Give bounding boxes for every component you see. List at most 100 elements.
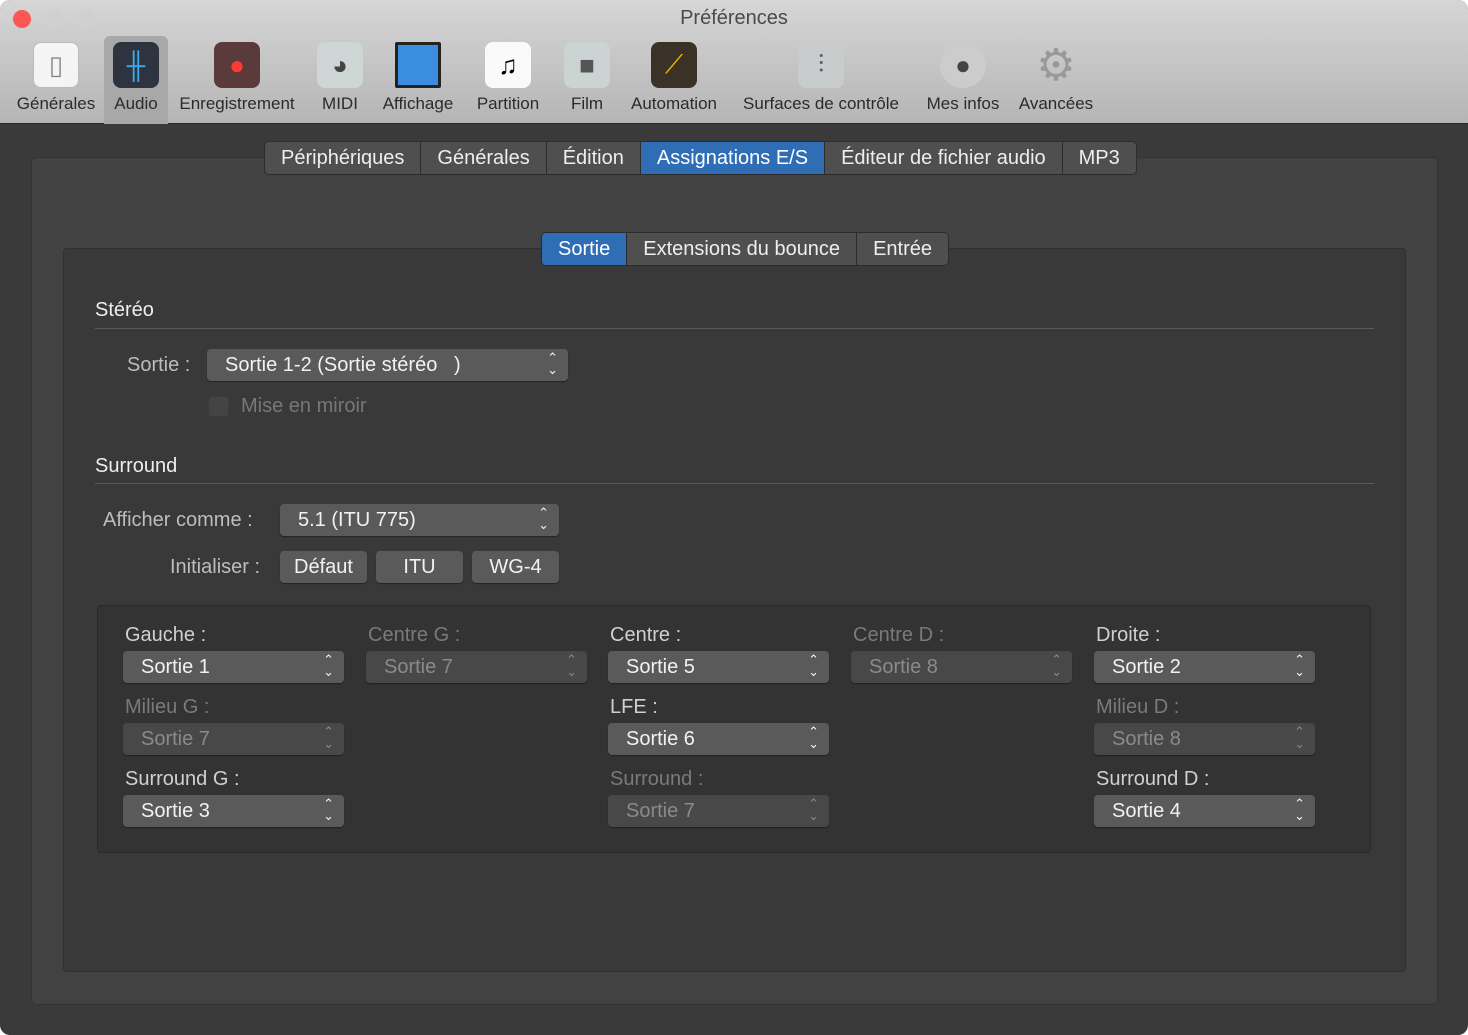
switch-icon: ▯ [33, 42, 79, 88]
toolbar-surfaces-de-contr-le[interactable]: ⫶ Surfaces de contrôle [732, 36, 910, 124]
popup-value: Sortie 6 [626, 727, 695, 750]
music-note-icon: ♫ [485, 42, 531, 88]
toolbar-label: Affichage [382, 94, 454, 113]
channel-popup[interactable]: Sortie 6 ⌃ ⌄ [608, 723, 829, 755]
display-as-popup[interactable]: 5.1 (ITU 775) ⌃ ⌄ [280, 504, 559, 536]
chevron-updown-icon: ⌃ ⌄ [323, 724, 334, 751]
toolbar-automation[interactable]: ⟋ Automation [622, 36, 726, 124]
popup-value: Sortie 2 [1112, 655, 1181, 678]
subtabs-0[interactable]: Sortie [542, 233, 628, 265]
subtabs-2[interactable]: Entrée [857, 233, 948, 265]
user-icon: ● [940, 42, 986, 88]
toolbar-label: Audio [114, 94, 158, 113]
channel-label: Surround : [610, 768, 704, 790]
chevron-updown-icon: ⌃ ⌄ [1294, 724, 1305, 751]
stereo-heading: Stéréo [95, 299, 154, 321]
popup-value: Sortie 1 [141, 655, 210, 678]
popup-value: Sortie 5 [626, 655, 695, 678]
toolbar-audio[interactable]: ╫ Audio [104, 36, 168, 124]
chevron-updown-icon: ⌃ ⌄ [538, 505, 549, 532]
popup-value: Sortie 8 [1112, 727, 1181, 750]
tabs-5[interactable]: MP3 [1063, 142, 1136, 174]
tabs-4[interactable]: Éditeur de fichier audio [825, 142, 1063, 174]
popup-value: Sortie 4 [1112, 799, 1181, 822]
channel-popup[interactable]: Sortie 5 ⌃ ⌄ [608, 651, 829, 683]
automation-icon: ⟋ [651, 42, 697, 88]
channel-popup[interactable]: Sortie 1 ⌃ ⌄ [123, 651, 344, 683]
toolbar-label: Avancées [1018, 94, 1094, 113]
midi-connector-icon: ◕ [317, 42, 363, 88]
stereo-output-label: Sortie : [127, 354, 191, 376]
toolbar-midi[interactable]: ◕ MIDI [314, 36, 366, 124]
mirror-label: Mise en miroir [241, 395, 367, 417]
tabs-3[interactable]: Assignations E/S [640, 142, 826, 174]
channel-label: Centre G : [368, 624, 461, 646]
channel-label: Centre D : [853, 624, 945, 646]
init-label: Initialiser : [170, 556, 261, 578]
popup-value: Sortie 3 [141, 799, 210, 822]
channel-popup[interactable]: Sortie 7 ⌃ ⌄ [123, 723, 344, 755]
channel-label: Surround D : [1096, 768, 1210, 790]
chevron-updown-icon: ⌃ ⌄ [808, 796, 819, 823]
popup-value: Sortie 7 [384, 655, 453, 678]
channel-popup[interactable]: Sortie 7 ⌃ ⌄ [366, 651, 587, 683]
chevron-updown-icon: ⌃ ⌄ [1294, 796, 1305, 823]
wg4-button[interactable]: WG-4 [472, 551, 559, 583]
toolbar-avanc-es[interactable]: ⚙ Avancées [1012, 36, 1100, 124]
chevron-updown-icon: ⌃ ⌄ [808, 652, 819, 679]
popup-value: Sortie 1-2 (Sortie stéréo ) [225, 353, 461, 376]
toolbar: Préférences ▯ Générales ╫ Audio ● Enregistrem… [0, 0, 1468, 124]
mirror-checkbox[interactable] [208, 396, 229, 417]
channel-label: Gauche : [125, 624, 207, 646]
preferences-window: Préférences ▯ Générales ╫ Audio ● Enregistrem… [0, 0, 1468, 1035]
chevron-updown-icon: ⌃ ⌄ [323, 796, 334, 823]
tabs-0[interactable]: Périphériques [265, 142, 422, 174]
toolbar-mes-infos[interactable]: ● Mes infos [918, 36, 1008, 124]
popup-value: 5.1 (ITU 775) [298, 508, 416, 531]
channel-label: Surround G : [125, 768, 240, 790]
toolbar-label: MIDI [322, 94, 358, 113]
channel-popup[interactable]: Sortie 3 ⌃ ⌄ [123, 795, 344, 827]
stereo-output-popup[interactable]: Sortie 1-2 (Sortie stéréo ) ⌃ ⌄ [207, 349, 568, 381]
toolbar-partition[interactable]: ♫ Partition [468, 36, 548, 124]
chevron-updown-icon: ⌃ ⌄ [808, 724, 819, 751]
toolbar-label: Mes infos [926, 94, 1000, 113]
faders-icon: ⫶ [798, 42, 844, 88]
chevron-updown-icon: ⌃ ⌄ [566, 652, 577, 679]
channel-popup[interactable]: Sortie 8 ⌃ ⌄ [851, 651, 1072, 683]
channel-label: LFE : [610, 696, 658, 718]
channel-popup[interactable]: Sortie 7 ⌃ ⌄ [608, 795, 829, 827]
popup-value: Sortie 8 [869, 655, 938, 678]
sub-tabs: Sortie Extensions du bounce Entrée [541, 232, 949, 266]
chevron-updown-icon: ⌃ ⌄ [547, 350, 558, 377]
toolbar-label: Partition [476, 94, 540, 113]
toolbar-film[interactable]: ■ Film [558, 36, 616, 124]
tabs-2[interactable]: Édition [547, 142, 641, 174]
toolbar-affichage[interactable]: Affichage [376, 36, 460, 124]
channel-popup[interactable]: Sortie 8 ⌃ ⌄ [1094, 723, 1315, 755]
toolbar-g-n-rales[interactable]: ▯ Générales [8, 36, 104, 124]
display-as-label: Afficher comme : [103, 509, 253, 531]
divider [95, 328, 1374, 329]
popup-value: Sortie 7 [141, 727, 210, 750]
channel-popup[interactable]: Sortie 4 ⌃ ⌄ [1094, 795, 1315, 827]
toolbar-label: Automation [631, 94, 717, 113]
divider [95, 483, 1374, 484]
chevron-updown-icon: ⌃ ⌄ [323, 652, 334, 679]
display-icon [395, 42, 441, 88]
channel-label: Milieu D : [1096, 696, 1180, 718]
default-button[interactable]: Défaut [280, 551, 367, 583]
gear-icon: ⚙ [1036, 40, 1076, 90]
tabs-1[interactable]: Générales [421, 142, 547, 174]
waveform-icon: ╫ [113, 42, 159, 88]
channel-label: Centre : [610, 624, 682, 646]
surround-heading: Surround [95, 455, 178, 477]
itu-button[interactable]: ITU [376, 551, 463, 583]
toolbar-label: Générales [16, 94, 96, 113]
channel-popup[interactable]: Sortie 2 ⌃ ⌄ [1094, 651, 1315, 683]
toolbar-label: Surfaces de contrôle [743, 94, 899, 113]
subtabs-1[interactable]: Extensions du bounce [627, 233, 858, 265]
toolbar-enregistrement[interactable]: ● Enregistrement [172, 36, 302, 124]
toolbar-label: Enregistrement [179, 94, 295, 113]
toolbar-label: Film [570, 94, 604, 113]
